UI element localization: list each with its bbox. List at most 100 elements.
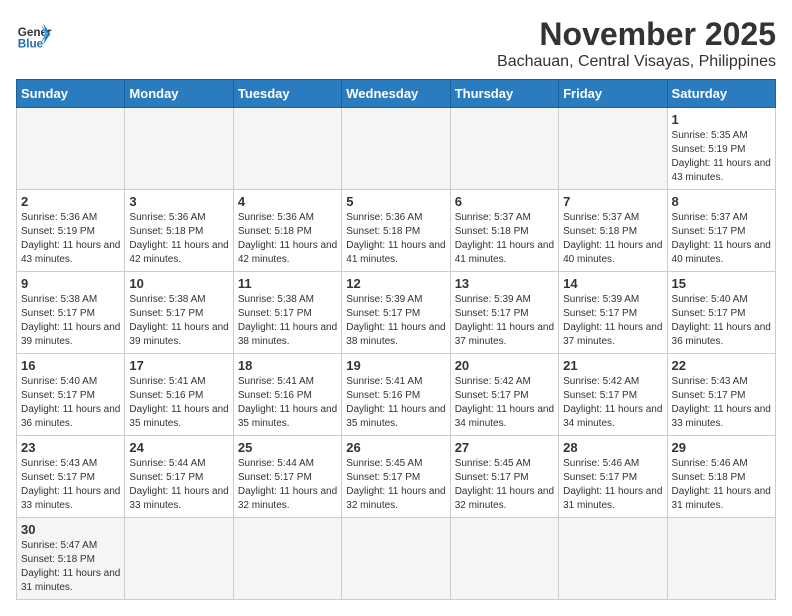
calendar-cell: 9Sunrise: 5:38 AMSunset: 5:17 PMDaylight…	[17, 272, 125, 354]
day-number: 29	[672, 440, 771, 455]
day-info: Sunrise: 5:45 AMSunset: 5:17 PMDaylight:…	[455, 457, 554, 513]
day-number: 5	[346, 194, 445, 209]
calendar-week-row: 23 Sunrise: 5:43 AMSunset: 5:17 PMDayligh…	[17, 436, 776, 518]
calendar-cell: 22Sunrise: 5:43 AMSunset: 5:17 PMDayligh…	[667, 354, 775, 436]
calendar-cell	[125, 518, 233, 600]
calendar-cell: 25 Sunrise: 5:44 AMSunset: 5:17 PMDayligh…	[233, 436, 341, 518]
day-info: Sunrise: 5:47 AMSunset: 5:18 PMDaylight:…	[21, 539, 120, 595]
weekday-header-monday: Monday	[125, 80, 233, 108]
calendar-week-row: 1Sunrise: 5:35 AMSunset: 5:19 PMDaylight…	[17, 108, 776, 190]
day-number: 11	[238, 276, 337, 291]
day-number: 27	[455, 440, 554, 455]
calendar-cell: 4 Sunrise: 5:36 AMSunset: 5:18 PMDaylight…	[233, 190, 341, 272]
logo-icon: General Blue	[16, 16, 52, 52]
day-info: Sunrise: 5:36 AMSunset: 5:18 PMDaylight:…	[129, 211, 228, 267]
calendar-cell	[17, 108, 125, 190]
calendar-cell: 1Sunrise: 5:35 AMSunset: 5:19 PMDaylight…	[667, 108, 775, 190]
calendar-cell: 16Sunrise: 5:40 AMSunset: 5:17 PMDayligh…	[17, 354, 125, 436]
calendar-week-row: 9Sunrise: 5:38 AMSunset: 5:17 PMDaylight…	[17, 272, 776, 354]
calendar-cell: 20 Sunrise: 5:42 AMSunset: 5:17 PMDayligh…	[450, 354, 558, 436]
day-number: 24	[129, 440, 228, 455]
calendar-cell: 7Sunrise: 5:37 AMSunset: 5:18 PMDaylight…	[559, 190, 667, 272]
day-info: Sunrise: 5:41 AMSunset: 5:16 PMDaylight:…	[346, 375, 445, 431]
day-number: 26	[346, 440, 445, 455]
calendar-cell: 2 Sunrise: 5:36 AMSunset: 5:19 PMDaylight…	[17, 190, 125, 272]
svg-text:Blue: Blue	[18, 38, 44, 51]
calendar-cell: 11 Sunrise: 5:38 AMSunset: 5:17 PMDayligh…	[233, 272, 341, 354]
calendar-cell: 21Sunrise: 5:42 AMSunset: 5:17 PMDayligh…	[559, 354, 667, 436]
day-number: 6	[455, 194, 554, 209]
day-info: Sunrise: 5:44 AMSunset: 5:17 PMDaylight:…	[129, 457, 228, 513]
day-number: 25	[238, 440, 337, 455]
calendar-cell	[450, 518, 558, 600]
calendar-cell	[559, 518, 667, 600]
calendar-cell: 26 Sunrise: 5:45 AMSunset: 5:17 PMDayligh…	[342, 436, 450, 518]
day-info: Sunrise: 5:42 AMSunset: 5:17 PMDaylight:…	[455, 375, 554, 431]
calendar-cell: 12 Sunrise: 5:39 AMSunset: 5:17 PMDayligh…	[342, 272, 450, 354]
day-info: Sunrise: 5:39 AMSunset: 5:17 PMDaylight:…	[563, 293, 662, 349]
day-number: 2	[21, 194, 120, 209]
day-info: Sunrise: 5:38 AMSunset: 5:17 PMDaylight:…	[238, 293, 337, 349]
weekday-header-tuesday: Tuesday	[233, 80, 341, 108]
day-number: 12	[346, 276, 445, 291]
calendar-cell: 13Sunrise: 5:39 AMSunset: 5:17 PMDayligh…	[450, 272, 558, 354]
calendar-cell: 3Sunrise: 5:36 AMSunset: 5:18 PMDaylight…	[125, 190, 233, 272]
calendar-cell: 6 Sunrise: 5:37 AMSunset: 5:18 PMDaylight…	[450, 190, 558, 272]
day-info: Sunrise: 5:37 AMSunset: 5:18 PMDaylight:…	[563, 211, 662, 267]
calendar-cell: 10 Sunrise: 5:38 AMSunset: 5:17 PMDayligh…	[125, 272, 233, 354]
weekday-header-saturday: Saturday	[667, 80, 775, 108]
weekday-header-friday: Friday	[559, 80, 667, 108]
day-info: Sunrise: 5:41 AMSunset: 5:16 PMDaylight:…	[129, 375, 228, 431]
weekday-header-thursday: Thursday	[450, 80, 558, 108]
calendar-cell	[667, 518, 775, 600]
calendar-cell: 8 Sunrise: 5:37 AMSunset: 5:17 PMDaylight…	[667, 190, 775, 272]
calendar-week-row: 2 Sunrise: 5:36 AMSunset: 5:19 PMDaylight…	[17, 190, 776, 272]
calendar-cell	[342, 108, 450, 190]
day-number: 19	[346, 358, 445, 373]
day-info: Sunrise: 5:38 AMSunset: 5:17 PMDaylight:…	[21, 293, 120, 349]
calendar-cell	[559, 108, 667, 190]
calendar-cell: 19 Sunrise: 5:41 AMSunset: 5:16 PMDayligh…	[342, 354, 450, 436]
day-info: Sunrise: 5:40 AMSunset: 5:17 PMDaylight:…	[21, 375, 120, 431]
calendar-cell	[450, 108, 558, 190]
day-info: Sunrise: 5:45 AMSunset: 5:17 PMDaylight:…	[346, 457, 445, 513]
day-info: Sunrise: 5:43 AMSunset: 5:17 PMDaylight:…	[21, 457, 120, 513]
calendar-cell: 28Sunrise: 5:46 AMSunset: 5:17 PMDayligh…	[559, 436, 667, 518]
calendar-cell: 30 Sunrise: 5:47 AMSunset: 5:18 PMDayligh…	[17, 518, 125, 600]
calendar-table: SundayMondayTuesdayWednesdayThursdayFrid…	[16, 79, 776, 600]
day-number: 4	[238, 194, 337, 209]
day-info: Sunrise: 5:44 AMSunset: 5:17 PMDaylight:…	[238, 457, 337, 513]
calendar-cell: 5Sunrise: 5:36 AMSunset: 5:18 PMDaylight…	[342, 190, 450, 272]
month-title: November 2025	[497, 16, 776, 53]
header: General Blue November 2025 Bachauan, Cen…	[16, 16, 776, 71]
calendar-cell: 15Sunrise: 5:40 AMSunset: 5:17 PMDayligh…	[667, 272, 775, 354]
day-info: Sunrise: 5:39 AMSunset: 5:17 PMDaylight:…	[346, 293, 445, 349]
day-info: Sunrise: 5:46 AMSunset: 5:17 PMDaylight:…	[563, 457, 662, 513]
calendar-cell: 27 Sunrise: 5:45 AMSunset: 5:17 PMDayligh…	[450, 436, 558, 518]
day-info: Sunrise: 5:41 AMSunset: 5:16 PMDaylight:…	[238, 375, 337, 431]
day-info: Sunrise: 5:36 AMSunset: 5:19 PMDaylight:…	[21, 211, 120, 267]
day-number: 20	[455, 358, 554, 373]
day-number: 8	[672, 194, 771, 209]
day-info: Sunrise: 5:43 AMSunset: 5:17 PMDaylight:…	[672, 375, 771, 431]
day-number: 17	[129, 358, 228, 373]
weekday-header-row: SundayMondayTuesdayWednesdayThursdayFrid…	[17, 80, 776, 108]
day-number: 10	[129, 276, 228, 291]
day-number: 30	[21, 522, 120, 537]
calendar-cell	[233, 108, 341, 190]
calendar-cell	[342, 518, 450, 600]
day-info: Sunrise: 5:38 AMSunset: 5:17 PMDaylight:…	[129, 293, 228, 349]
day-number: 15	[672, 276, 771, 291]
calendar-cell: 23 Sunrise: 5:43 AMSunset: 5:17 PMDayligh…	[17, 436, 125, 518]
day-info: Sunrise: 5:35 AMSunset: 5:19 PMDaylight:…	[672, 129, 771, 185]
day-info: Sunrise: 5:37 AMSunset: 5:17 PMDaylight:…	[672, 211, 771, 267]
day-number: 23	[21, 440, 120, 455]
title-area: November 2025 Bachauan, Central Visayas,…	[497, 16, 776, 71]
day-info: Sunrise: 5:39 AMSunset: 5:17 PMDaylight:…	[455, 293, 554, 349]
day-info: Sunrise: 5:36 AMSunset: 5:18 PMDaylight:…	[238, 211, 337, 267]
calendar-cell	[233, 518, 341, 600]
calendar-cell: 29Sunrise: 5:46 AMSunset: 5:18 PMDayligh…	[667, 436, 775, 518]
calendar-cell: 24 Sunrise: 5:44 AMSunset: 5:17 PMDayligh…	[125, 436, 233, 518]
calendar-cell: 14Sunrise: 5:39 AMSunset: 5:17 PMDayligh…	[559, 272, 667, 354]
day-info: Sunrise: 5:37 AMSunset: 5:18 PMDaylight:…	[455, 211, 554, 267]
